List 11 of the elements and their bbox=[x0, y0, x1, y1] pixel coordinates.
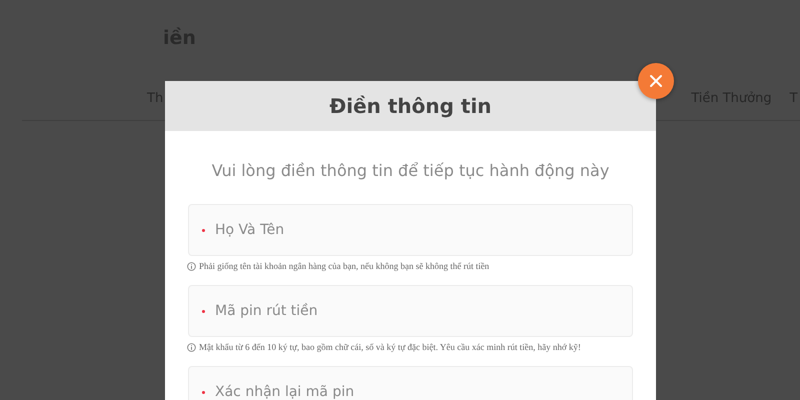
hint-text: Mật khẩu từ 6 đến 10 ký tự, bao gồm chữ cái, số và ký tự đặc biệt. Yêu cầu xác minh rút tiền, hãy nhớ kỹ! bbox=[199, 342, 581, 352]
close-icon bbox=[649, 74, 663, 88]
input-field[interactable]: Xác nhận lại mã pin bbox=[188, 366, 633, 400]
info-icon bbox=[187, 342, 196, 352]
hint-text: Phải giống tên tài khoản ngân hàng của bạn, nếu không bạn sẽ không thể rút tiền bbox=[199, 261, 490, 271]
close-button[interactable] bbox=[638, 63, 674, 99]
dialog-title: Điền thông tin bbox=[329, 94, 492, 118]
input-field[interactable]: Mã pin rút tiền bbox=[188, 285, 633, 337]
info-icon bbox=[187, 262, 196, 270]
input-field[interactable]: Họ Và Tên bbox=[188, 204, 633, 256]
dialog-subtitle: Vui lòng điền thông tin để tiếp tục hành động này bbox=[210, 161, 610, 180]
